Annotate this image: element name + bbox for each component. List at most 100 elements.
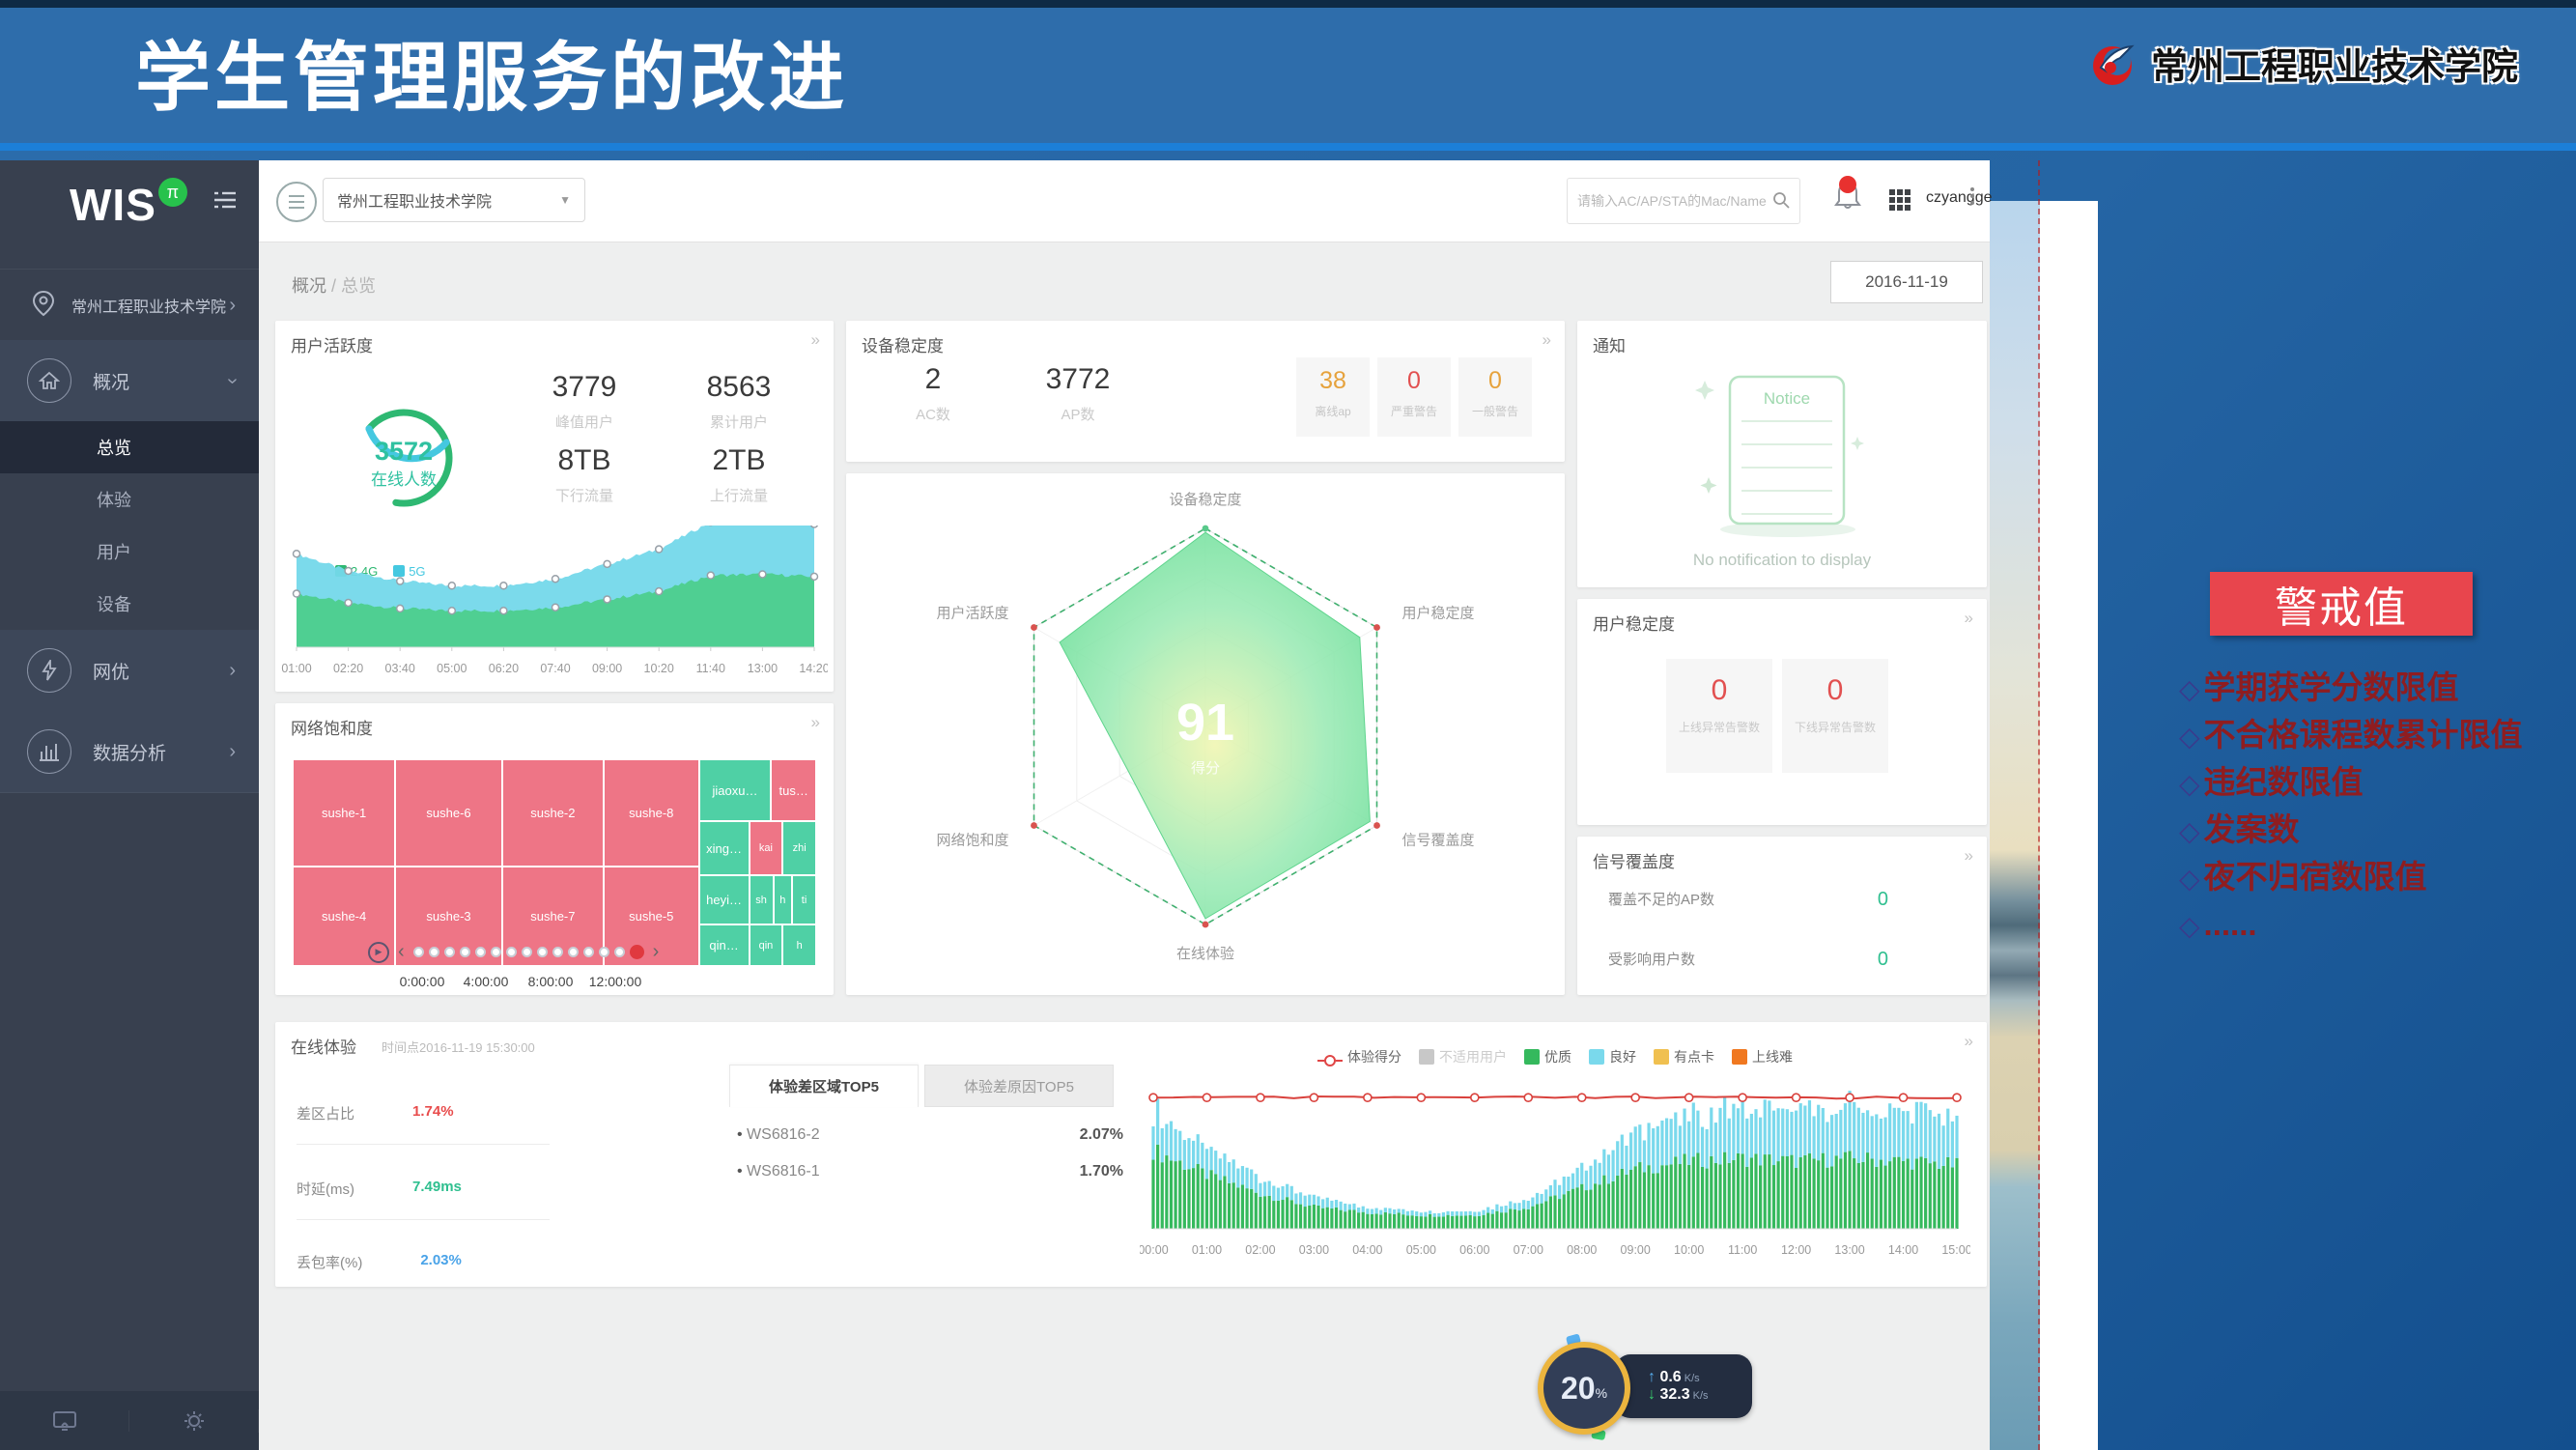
treemap-cell-jiaoxu…[interactable]: jiaoxu… [699, 759, 772, 821]
search-icon[interactable] [1772, 191, 1790, 212]
expand-icon[interactable]: » [811, 713, 820, 732]
stat-label: 时延(ms) [297, 1179, 354, 1199]
top-list-row[interactable]: WS6816-11.70% [737, 1163, 1123, 1180]
college-name: 常州工程职业技术学院 [2151, 37, 2518, 90]
sidebar-item-venue[interactable]: 常州工程职业技术学院 › [0, 269, 259, 342]
legend-有点卡: 有点卡 [1654, 1047, 1714, 1066]
breadcrumb-section[interactable]: 概况 [292, 276, 326, 296]
search-input[interactable]: 请输入AC/AP/STA的Mac/Name [1567, 178, 1800, 224]
sidebar-item-体验[interactable]: 体验 [0, 473, 259, 526]
treemap-cell-zhi[interactable]: zhi [782, 821, 816, 875]
treemap-cell-qin…[interactable]: qin… [699, 924, 750, 966]
screen-share-icon[interactable] [0, 1410, 129, 1432]
play-icon[interactable]: ▶ [368, 942, 389, 963]
treemap-cell-tus…[interactable]: tus… [771, 759, 816, 821]
treemap-cell-sushe-2[interactable]: sushe-2 [502, 759, 604, 867]
sidebar-group-label: 概况 [93, 368, 129, 394]
svg-text:11:00: 11:00 [1728, 1243, 1757, 1257]
step-forward-icon[interactable]: › [653, 941, 660, 963]
svg-text:04:00: 04:00 [1352, 1243, 1382, 1257]
timeline-dot[interactable] [506, 947, 517, 957]
sidebar-item-总览[interactable]: 总览 [0, 421, 259, 473]
timeline-dot[interactable] [537, 947, 548, 957]
gear-icon[interactable] [129, 1409, 259, 1433]
treemap-cell-sushe-6[interactable]: sushe-6 [395, 759, 502, 867]
sidebar-group-网优[interactable]: 网优› [0, 630, 259, 712]
legend-体验得分: 体验得分 [1317, 1047, 1401, 1066]
exp-stat-丢包率(%): 丢包率(%)2.03% [297, 1252, 557, 1272]
svg-text:网络饱和度: 网络饱和度 [936, 833, 1008, 849]
timeline-dot[interactable] [583, 947, 594, 957]
panel-user-activity: 用户活跃度 » 3572在线人数 2.4G5G 3779峰值用户8563累计用户… [275, 321, 834, 692]
sidebar-group-概况[interactable]: 概况› [0, 340, 259, 422]
timeline-current-dot[interactable] [630, 945, 644, 959]
treemap-cell-xing…[interactable]: xing… [699, 821, 750, 875]
timeline-dot[interactable] [491, 947, 501, 957]
timeline-dot[interactable] [413, 947, 424, 957]
timeline-dot[interactable] [552, 947, 563, 957]
row-value: 0 [1878, 889, 1888, 911]
timeline-dot[interactable] [614, 947, 625, 957]
alert-threshold-box: 警戒值 [2210, 572, 2473, 636]
alert-item-text: 夜不归宿数限值 [2204, 859, 2427, 895]
stat-label: 丢包率(%) [297, 1252, 362, 1272]
expand-icon[interactable]: » [811, 330, 820, 350]
timeline-dot[interactable] [475, 947, 486, 957]
treemap-cell-ti[interactable]: ti [792, 875, 816, 924]
notification-bell-icon[interactable] [1831, 178, 1874, 224]
stacked-bar-svg: 00:0001:0002:0003:0004:0005:0006:0007:00… [1140, 1072, 1970, 1265]
treemap-cell-heyi…[interactable]: heyi… [699, 875, 750, 924]
stat-label: 峰值用户 [507, 412, 662, 432]
chevron-right-icon: › [229, 295, 236, 317]
kebab-menu-icon[interactable] [1970, 187, 1974, 205]
treemap-cell-sh[interactable]: sh [750, 875, 774, 924]
apps-grid-icon[interactable] [1889, 189, 1911, 215]
date-picker[interactable]: 2016-11-19 [1830, 261, 1983, 303]
device-value: 2.07% [1080, 1126, 1123, 1144]
alert-item-text: 学期获学分数限值 [2204, 669, 2459, 705]
sidebar-item-用户[interactable]: 用户 [0, 526, 259, 578]
stat-value: 7.49ms [412, 1179, 462, 1199]
sidebar-group-数据分析[interactable]: 数据分析› [0, 711, 259, 793]
expand-icon[interactable]: » [1965, 846, 1973, 866]
hamburger-menu-icon[interactable] [276, 182, 317, 222]
treemap-cell-h[interactable]: h [774, 875, 793, 924]
device-name: WS6816-2 [737, 1126, 820, 1144]
treemap-cell-sushe-8[interactable]: sushe-8 [604, 759, 699, 867]
treemap-time-slider[interactable]: ▶ ‹ › [368, 941, 663, 963]
tab-worst-reason-top5[interactable]: 体验差原因TOP5 [924, 1065, 1114, 1107]
speed-gauge[interactable]: 20% [1538, 1342, 1630, 1435]
gauge-value: 20 [1561, 1371, 1596, 1407]
timeline-dot[interactable] [429, 947, 439, 957]
treemap-cell-qin[interactable]: qin [750, 924, 783, 966]
treemap-cell-sushe-1[interactable]: sushe-1 [293, 759, 395, 867]
svg-text:14:20: 14:20 [799, 662, 828, 675]
panel-network-saturation: 网络饱和度 » sushe-1sushe-6sushe-2sushe-8sush… [275, 703, 834, 995]
username[interactable]: czyangge [1926, 189, 1993, 207]
device-name: WS6816-1 [737, 1163, 820, 1180]
alert-item-text: 不合格课程数累计限值 [2204, 717, 2523, 753]
exp-stat-差区占比: 差区占比1.74% [297, 1103, 557, 1123]
chevron-icon: › [229, 741, 236, 763]
timeline-dot[interactable] [444, 947, 455, 957]
treemap-cell-kai[interactable]: kai [750, 821, 783, 875]
timeline-dot[interactable] [568, 947, 579, 957]
expand-icon[interactable]: » [1965, 609, 1973, 628]
timeline-dot[interactable] [599, 947, 609, 957]
sidebar-collapse-icon[interactable] [212, 189, 238, 215]
notice-board-illustration: Notice [1691, 363, 1875, 552]
top-list-row[interactable]: WS6816-2 2.07% [737, 1126, 1123, 1144]
timeline-dot[interactable] [522, 947, 532, 957]
step-back-icon[interactable]: ‹ [398, 941, 405, 963]
breadcrumb-page[interactable]: 总览 [341, 276, 376, 296]
org-select-dropdown[interactable]: 常州工程职业技术学院 ▼ [323, 178, 585, 222]
tab-worst-area-top5[interactable]: 体验差区域TOP5 [729, 1065, 919, 1107]
expand-icon[interactable]: » [1543, 330, 1551, 350]
timeline-dot[interactable] [460, 947, 470, 957]
legend-label: 体验得分 [1347, 1049, 1401, 1065]
treemap-cell-h[interactable]: h [782, 924, 816, 966]
time-label: 12:00:00 [589, 974, 642, 989]
search-placeholder: 请输入AC/AP/STA的Mac/Name [1577, 191, 1767, 211]
panel-user-stability: 用户稳定度 » 0上线异常告警数0下线异常告警数 [1577, 599, 1987, 825]
sidebar-item-设备[interactable]: 设备 [0, 578, 259, 630]
